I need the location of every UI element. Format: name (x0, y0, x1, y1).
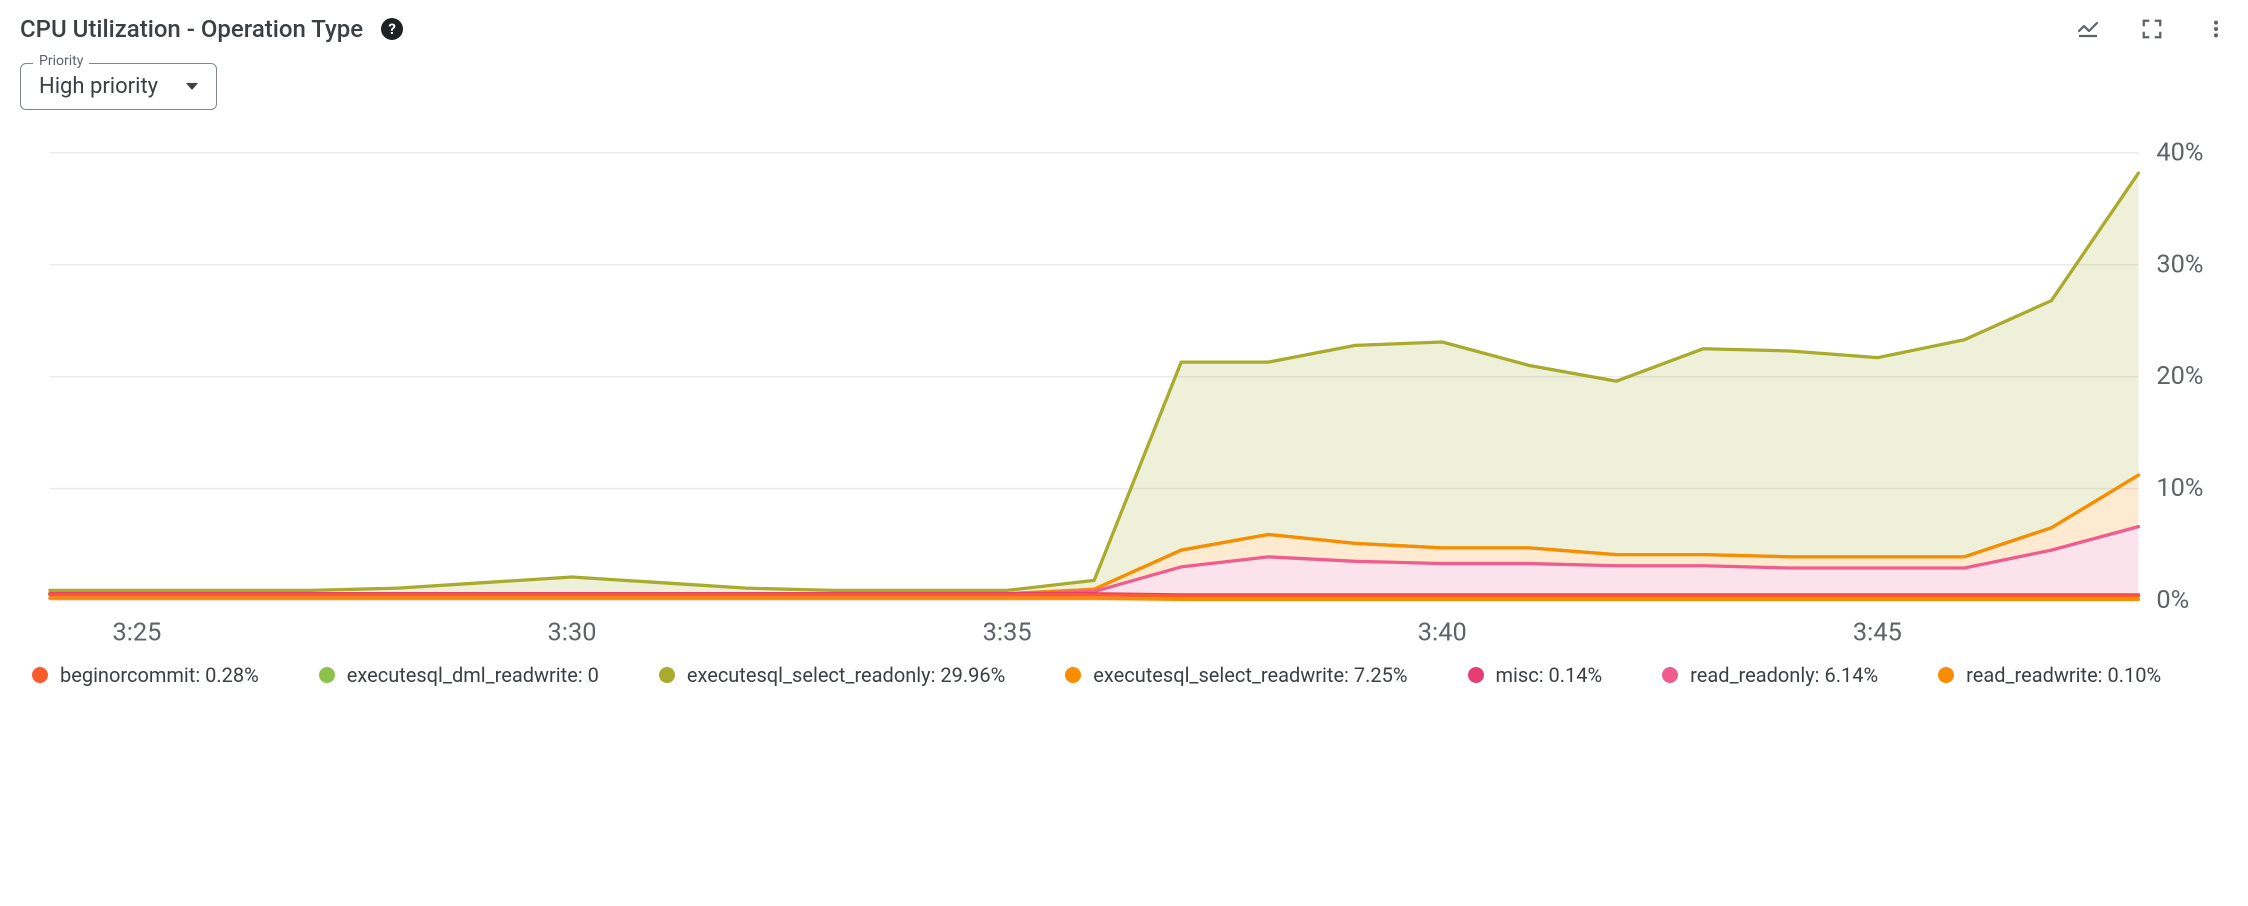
legend-color-dot (659, 667, 675, 683)
legend-color-dot (32, 667, 48, 683)
legend-item[interactable]: beginorcommit: 0.28% (32, 663, 259, 687)
svg-text:3:40: 3:40 (1418, 618, 1467, 648)
help-icon[interactable]: ? (381, 18, 403, 40)
legend-color-dot (1065, 667, 1081, 683)
legend-label: executesql_dml_readwrite: 0 (347, 663, 599, 687)
legend-label: executesql_select_readwrite: 7.25% (1093, 663, 1407, 687)
svg-text:30%: 30% (2156, 249, 2203, 279)
svg-text:3:25: 3:25 (112, 618, 161, 648)
chevron-down-icon (186, 83, 198, 90)
chart-title: CPU Utilization - Operation Type (20, 15, 363, 43)
legend-label: read_readwrite: 0.10% (1966, 663, 2161, 687)
legend-item[interactable]: misc: 0.14% (1468, 663, 1603, 687)
priority-dropdown-value: High priority (39, 74, 158, 99)
legend-toggle-icon[interactable] (2076, 17, 2100, 41)
legend-label: misc: 0.14% (1496, 663, 1603, 687)
legend-item[interactable]: executesql_dml_readwrite: 0 (319, 663, 599, 687)
svg-text:3:30: 3:30 (548, 618, 597, 648)
legend-item[interactable]: read_readonly: 6.14% (1662, 663, 1878, 687)
legend-label: read_readonly: 6.14% (1690, 663, 1878, 687)
svg-text:0%: 0% (2156, 585, 2189, 615)
legend-label: beginorcommit: 0.28% (60, 663, 259, 687)
legend-item[interactable]: read_readwrite: 0.10% (1938, 663, 2161, 687)
fullscreen-icon[interactable] (2140, 17, 2164, 41)
chart-legend: beginorcommit: 0.28% executesql_dml_readw… (20, 663, 2228, 687)
legend-item[interactable]: executesql_select_readonly: 29.96% (659, 663, 1005, 687)
svg-text:3:35: 3:35 (983, 618, 1032, 648)
legend-color-dot (319, 667, 335, 683)
priority-dropdown[interactable]: Priority High priority (20, 63, 217, 110)
legend-item[interactable]: executesql_select_readwrite: 7.25% (1065, 663, 1407, 687)
chart-header: CPU Utilization - Operation Type ? (20, 15, 2228, 43)
legend-color-dot (1468, 667, 1484, 683)
legend-color-dot (1938, 667, 1954, 683)
svg-text:3:45: 3:45 (1853, 618, 1902, 648)
priority-dropdown-label: Priority (33, 53, 89, 69)
legend-label: executesql_select_readonly: 29.96% (687, 663, 1005, 687)
chart-actions (2076, 17, 2228, 41)
svg-text:10%: 10% (2156, 473, 2203, 503)
title-group: CPU Utilization - Operation Type ? (20, 15, 403, 43)
chart-plot: 0% 10% 20% 30% 40% 3:25 3:30 3:35 3:40 3:45 (20, 138, 2228, 653)
legend-color-dot (1662, 667, 1678, 683)
svg-text:20%: 20% (2156, 361, 2203, 391)
more-options-icon[interactable] (2204, 17, 2228, 41)
svg-text:40%: 40% (2156, 138, 2203, 167)
